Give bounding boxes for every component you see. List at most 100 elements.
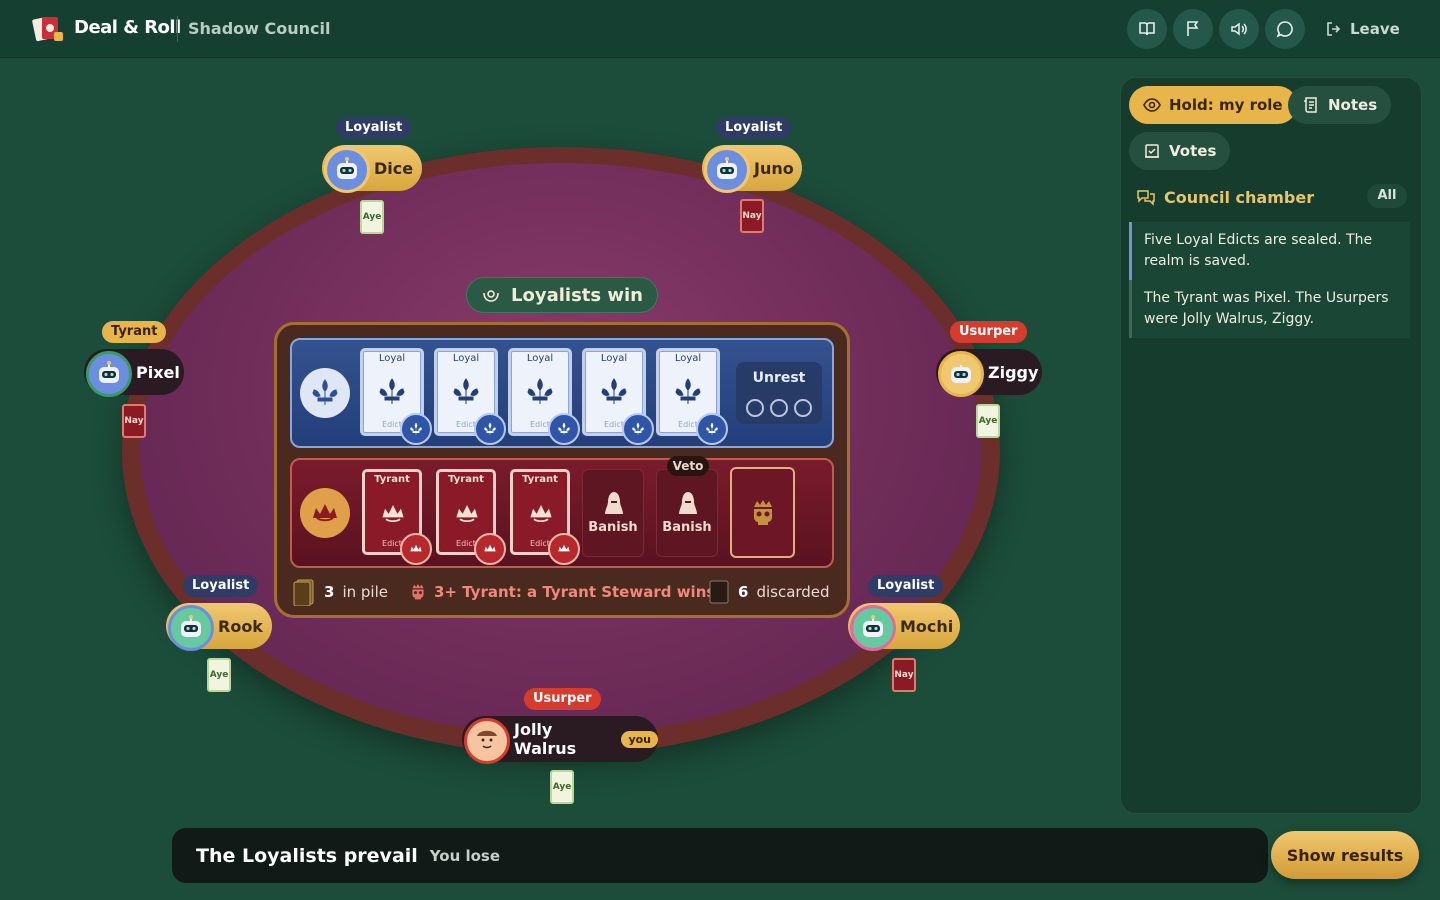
fleur-icon xyxy=(410,422,422,435)
vote-card: Aye xyxy=(207,658,231,692)
tyrant-mask-icon xyxy=(484,544,496,552)
report-flag-button[interactable] xyxy=(1173,9,1213,49)
game-title: Shadow Council xyxy=(188,19,331,38)
fleur-icon xyxy=(484,422,496,435)
card-title: Loyal xyxy=(600,353,628,364)
vote-card: Aye xyxy=(976,404,1000,438)
show-results-button[interactable]: Show results xyxy=(1271,831,1419,879)
player-name: Juno xyxy=(754,158,794,178)
robot-icon xyxy=(99,361,119,383)
loyal-token xyxy=(696,413,728,445)
card-title: Loyal xyxy=(378,353,406,364)
chat-icon xyxy=(1276,21,1293,38)
winner-banner: Loyalists win xyxy=(466,277,658,313)
tab-label: Hold: my role xyxy=(1169,96,1283,114)
fleur-icon xyxy=(527,378,553,404)
fleur-icon xyxy=(706,422,718,435)
crowned-skull-icon xyxy=(412,584,424,600)
fleur-icon xyxy=(312,379,338,405)
sound-toggle-button[interactable] xyxy=(1219,9,1259,49)
ballot-icon xyxy=(1145,144,1159,158)
rule-text: 3+ Tyrant: a Tyrant Steward wins xyxy=(434,583,716,601)
bot-avatar-icon xyxy=(938,351,984,397)
pile-label: in pile xyxy=(342,583,388,601)
brand-name[interactable]: Deal & Roll xyxy=(74,17,181,38)
role-badge: Loyalist xyxy=(183,575,259,597)
player-name: Jolly Walrus xyxy=(514,720,577,758)
result-title: The Loyalists prevail xyxy=(196,844,418,867)
cards-logo-icon xyxy=(32,16,63,42)
chat-button[interactable] xyxy=(1265,9,1305,49)
tyrant-token xyxy=(400,533,432,565)
tyrant-emblem xyxy=(300,488,350,538)
loyal-token xyxy=(400,413,432,445)
robot-icon xyxy=(863,615,883,637)
loyal-token xyxy=(548,413,580,445)
bot-avatar-icon xyxy=(704,147,750,193)
role-badge: Loyalist xyxy=(716,117,792,139)
card-title: Loyal xyxy=(526,353,554,364)
tab-votes[interactable]: Votes xyxy=(1129,132,1231,170)
discard-icon xyxy=(709,580,729,604)
tyrant-token xyxy=(548,533,580,565)
power-label: Banish xyxy=(588,520,638,535)
vote-card: Nay xyxy=(122,404,146,438)
vote-card: Aye xyxy=(360,200,384,234)
tyrant-rule-info: 3+ Tyrant: a Tyrant Steward wins xyxy=(410,578,715,606)
tab-hold-my-role[interactable]: Hold: my role xyxy=(1129,86,1297,124)
deck-icon xyxy=(293,579,314,606)
robot-icon xyxy=(181,615,201,637)
robot-icon xyxy=(717,157,737,179)
card-title: Loyal xyxy=(674,353,702,364)
sound-icon xyxy=(1231,22,1247,36)
fleur-icon xyxy=(632,422,644,435)
tyrant-mask-icon xyxy=(530,505,552,523)
loyal-token xyxy=(622,413,654,445)
card-title: Tyrant xyxy=(522,474,558,485)
leave-button[interactable]: Leave xyxy=(1316,9,1406,49)
chamber-message: Five Loyal Edicts are sealed. The realm … xyxy=(1129,222,1410,280)
loyal-emblem xyxy=(300,368,350,418)
tab-label: Notes xyxy=(1328,96,1378,114)
player-name: Pixel xyxy=(136,362,180,382)
rules-book-button[interactable] xyxy=(1127,9,1167,49)
crowned-skull-icon xyxy=(754,500,772,525)
player-avatar-human xyxy=(464,718,510,764)
power-label: Banish xyxy=(662,520,712,535)
vote-card: Nay xyxy=(740,199,764,233)
tyrant-mask-icon xyxy=(410,544,422,552)
exit-icon xyxy=(1327,22,1341,36)
filter-all-button[interactable]: All xyxy=(1367,184,1407,208)
player-name: Ziggy xyxy=(988,362,1039,382)
you-badge: you xyxy=(621,730,658,748)
winner-text: Loyalists win xyxy=(511,284,643,306)
chamber-title: Council chamber xyxy=(1164,187,1315,207)
fleur-icon xyxy=(601,378,627,404)
hooded-figure-icon xyxy=(605,492,623,514)
power-slot-banish: Banish xyxy=(656,469,718,557)
book-icon xyxy=(1139,22,1155,36)
veto-badge: Veto xyxy=(667,456,709,476)
vote-card: Aye xyxy=(550,770,574,804)
unrest-tracker: Unrest xyxy=(736,362,822,424)
bot-avatar-icon xyxy=(324,147,370,193)
power-slot-banish: Banish xyxy=(582,469,644,557)
fleur-icon xyxy=(453,378,479,404)
result-subtitle: You lose xyxy=(429,846,501,865)
fleur-icon xyxy=(558,422,570,435)
robot-icon xyxy=(951,361,971,383)
tyrant-mask-icon xyxy=(382,505,404,523)
role-badge: Loyalist xyxy=(868,575,944,597)
fleur-icon xyxy=(675,378,701,404)
unrest-dot xyxy=(770,399,788,417)
walrus-face-icon xyxy=(476,729,498,751)
pile-count: 3 xyxy=(324,583,335,601)
card-title: Loyal xyxy=(452,353,480,364)
player-name: Dice xyxy=(374,158,414,178)
role-badge: Loyalist xyxy=(336,117,412,139)
hooded-figure-icon xyxy=(679,492,697,514)
loyal-token xyxy=(474,413,506,445)
unrest-dot xyxy=(794,399,812,417)
tab-notes[interactable]: Notes xyxy=(1288,86,1392,124)
final-tyrant-slot xyxy=(730,467,795,558)
